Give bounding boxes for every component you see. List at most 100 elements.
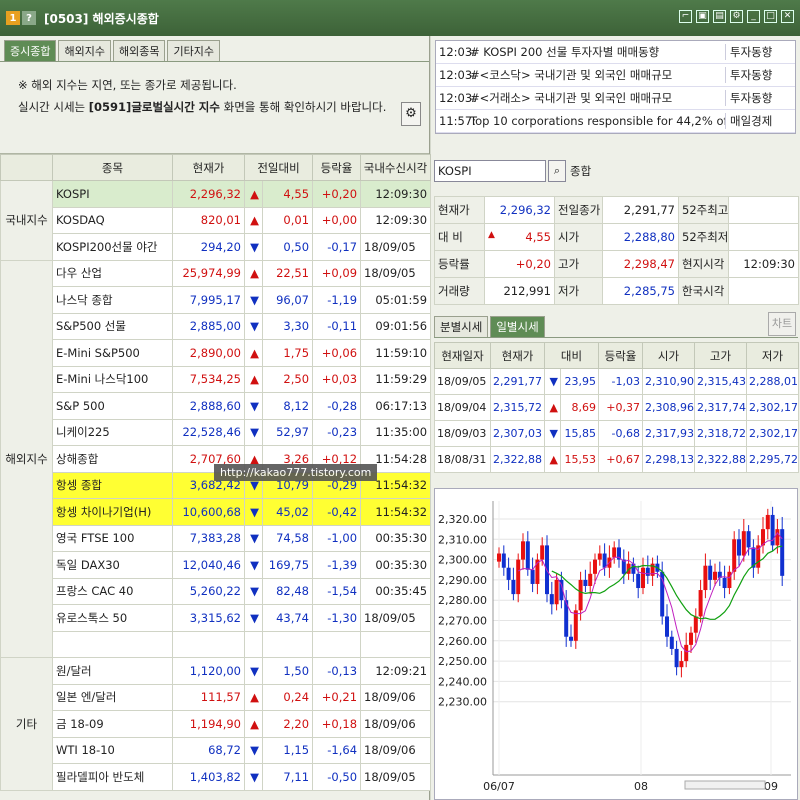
- table-row[interactable]: KOSDAQ 820,01 ▲ 0,01 +0,00 12:09:30: [1, 206, 432, 234]
- item-name[interactable]: WTI 18-10: [52, 736, 173, 764]
- table-row[interactable]: 금 18-09 1,194,90 ▲ 2,20 +0,18 18/09/06: [1, 710, 432, 738]
- tab-market-summary[interactable]: 증시종합: [4, 40, 57, 61]
- col-name[interactable]: 종목: [52, 154, 173, 181]
- tab-overseas-stocks[interactable]: 해외종목: [112, 40, 166, 61]
- news-headline[interactable]: # KOSPI 200 선물 투자자별 매매동향: [470, 44, 725, 60]
- table-row[interactable]: WTI 18-10 68,72 ▼ 1,15 -1,64 18/09/06: [1, 736, 432, 764]
- item-change: 96,07: [261, 286, 314, 314]
- news-item[interactable]: 12:03: #<코스닥> 국내기관 및 외국인 매매규모 투자동향: [436, 64, 795, 87]
- table-row[interactable]: 일본 엔/달러 111,57 ▲ 0,24 +0,21 18/09/06: [1, 683, 432, 711]
- daily-row[interactable]: 18/09/05 2,291,77 ▼ 23,95 -1,03 2,310,90 2,315…: [434, 368, 800, 395]
- table-row[interactable]: [1, 630, 432, 658]
- col-change[interactable]: 전일대비: [243, 154, 314, 181]
- item-name[interactable]: 필라델피아 반도체: [52, 763, 173, 791]
- item-name[interactable]: KOSPI200선물 야간: [52, 233, 173, 261]
- minimize-icon[interactable]: _: [747, 10, 760, 23]
- item-name[interactable]: S&P500 선물: [52, 312, 173, 340]
- maximize-icon[interactable]: □: [764, 10, 777, 23]
- daily-row[interactable]: 18/08/31 2,322,88 ▲ 15,53 +0,67 2,298,13 2,322…: [434, 446, 800, 473]
- table-row[interactable]: 나스닥 종합 7,995,17 ▼ 96,07 -1,19 05:01:59: [1, 286, 432, 314]
- x-tick-label: 06/07: [483, 780, 515, 793]
- daily-change: 23,95: [559, 368, 600, 395]
- table-row[interactable]: 니케이225 22,528,46 ▼ 52,97 -0,23 11:35:00: [1, 418, 432, 446]
- candle-body: [506, 567, 511, 580]
- news-headline[interactable]: Top 10 corporations responsible for 44,2…: [470, 114, 725, 128]
- daily-rate: +0,67: [598, 446, 644, 473]
- realtime-screen-link[interactable]: [0591]글로벌실시간 지수: [89, 100, 220, 114]
- item-name[interactable]: 나스닥 종합: [52, 286, 173, 314]
- link-icon[interactable]: ⌐: [679, 10, 692, 23]
- table-row[interactable]: E-Mini S&P500 2,890,00 ▲ 1,75 +0,06 11:59:10: [1, 339, 432, 367]
- item-name[interactable]: S&P 500: [52, 392, 173, 420]
- table-row[interactable]: 영국 FTSE 100 7,383,28 ▼ 74,58 -1,00 00:35:30: [1, 524, 432, 552]
- col-price[interactable]: 현재가: [172, 154, 245, 181]
- category-cell: 해외지수: [0, 259, 53, 658]
- table-row[interactable]: 프랑스 CAC 40 5,260,22 ▼ 82,48 -1,54 00:35:45: [1, 577, 432, 605]
- item-name[interactable]: 항셍 종합: [52, 471, 173, 499]
- item-name[interactable]: 영국 FTSE 100: [52, 524, 173, 552]
- table-row[interactable]: 필라델피아 반도체 1,403,82 ▼ 7,11 -0,50 18/09/05: [1, 763, 432, 791]
- screen-number-badge[interactable]: 1: [6, 11, 20, 25]
- settings-icon[interactable]: ⚙: [730, 10, 743, 23]
- y-tick-label: 2,230.00: [438, 696, 487, 709]
- save-icon[interactable]: ▣: [696, 10, 709, 23]
- item-name[interactable]: E-Mini S&P500: [52, 339, 173, 367]
- table-row[interactable]: 해외지수 다우 산업 25,974,99 ▲ 22,51 +0,09 18/09/05: [0, 259, 432, 658]
- news-time: 12:03:: [439, 45, 477, 59]
- candle-body: [689, 632, 693, 645]
- item-name[interactable]: 프랑스 CAC 40: [52, 577, 173, 605]
- item-name[interactable]: E-Mini 나스닥100: [52, 365, 173, 393]
- news-headline[interactable]: #<코스닥> 국내기관 및 외국인 매매규모: [470, 67, 725, 83]
- item-name[interactable]: KOSPI: [52, 180, 173, 208]
- symbol-input[interactable]: KOSPI: [434, 160, 546, 182]
- item-name[interactable]: 유로스톡스 50: [52, 604, 173, 632]
- gear-icon[interactable]: ⚙: [401, 102, 421, 126]
- news-time: 11:57:: [439, 114, 477, 128]
- help-icon[interactable]: ?: [22, 11, 36, 25]
- daily-low: 2,295,72: [746, 446, 800, 473]
- item-name[interactable]: 상해종합: [52, 445, 173, 473]
- news-headline[interactable]: #<거래소> 국내기관 및 외국인 매매규모: [470, 90, 725, 106]
- candle-body: [746, 531, 751, 548]
- chart-button[interactable]: 차트: [768, 312, 796, 336]
- table-row[interactable]: KOSPI200선물 야간 294,20 ▼ 0,50 -0,17 18/09/05: [1, 233, 432, 261]
- item-change: 52,97: [261, 418, 314, 446]
- table-row[interactable]: 독일 DAX30 12,040,46 ▼ 169,75 -1,39 00:35:30: [1, 551, 432, 579]
- table-row[interactable]: S&P500 선물 2,885,00 ▼ 3,30 -0,11 09:01:56: [1, 312, 432, 340]
- candlestick-chart[interactable]: 2,320.00 2,310.00 2,300.00 2,290.00 2,280.00…: [434, 488, 798, 800]
- item-name[interactable]: 일본 엔/달러: [52, 683, 173, 711]
- table-row[interactable]: E-Mini 나스닥100 7,534,25 ▲ 2,50 +0,03 11:59:29: [1, 365, 432, 393]
- item-name[interactable]: 원/달러: [52, 657, 173, 685]
- table-row[interactable]: S&P 500 2,888,60 ▼ 8,12 -0,28 06:17:13: [1, 392, 432, 420]
- item-name[interactable]: 니케이225: [52, 418, 173, 446]
- tab-minute-quotes[interactable]: 분별시세: [434, 316, 489, 337]
- daily-row[interactable]: 18/09/04 2,315,72 ▲ 8,69 +0,37 2,308,96 2,317,…: [434, 394, 800, 421]
- news-item[interactable]: 12:03: # KOSPI 200 선물 투자자별 매매동향 투자동향: [436, 41, 795, 64]
- col-rate[interactable]: 등락율: [312, 154, 362, 181]
- chart-scrollbar[interactable]: [684, 780, 766, 790]
- col-time[interactable]: 국내수신시각: [360, 154, 432, 181]
- tab-daily-quotes[interactable]: 일별시세: [490, 316, 545, 337]
- item-name[interactable]: [52, 630, 173, 658]
- table-row[interactable]: 항셍 차이나기업(H) 10,600,68 ▼ 45,02 -0,42 11:54:32: [1, 498, 432, 526]
- table-row[interactable]: 기타 원/달러 1,120,00 ▼ 1,50 -0,13 12:09:21: [0, 657, 432, 791]
- item-name[interactable]: 금 18-09: [52, 710, 173, 738]
- tab-overseas-index[interactable]: 해외지수: [58, 40, 111, 61]
- table-row[interactable]: 유로스톡스 50 3,315,62 ▼ 43,74 -1,30 18/09/05: [1, 604, 432, 632]
- item-name[interactable]: 독일 DAX30: [52, 551, 173, 579]
- search-icon[interactable]: ⌕: [548, 160, 566, 182]
- quote-value: 12:09:30: [728, 250, 799, 278]
- news-item[interactable]: 11:57: Top 10 corporations responsible fo…: [436, 110, 795, 133]
- item-change: 0,01: [261, 206, 314, 234]
- daily-row[interactable]: 18/09/03 2,307,03 ▼ 15,85 -0,68 2,317,93 2,318…: [434, 420, 800, 447]
- news-item[interactable]: 12:03: #<거래소> 국내기관 및 외국인 매매규모 투자동향: [436, 87, 795, 110]
- down-arrow-icon: ▼: [244, 418, 263, 446]
- item-name[interactable]: 항셍 차이나기업(H): [52, 498, 173, 526]
- candle-body: [549, 594, 554, 605]
- tab-other-index[interactable]: 기타지수: [167, 40, 220, 61]
- print-icon[interactable]: ▤: [713, 10, 726, 23]
- item-name[interactable]: 다우 산업: [52, 259, 173, 287]
- close-icon[interactable]: ✕: [781, 10, 794, 23]
- item-name[interactable]: KOSDAQ: [52, 206, 173, 234]
- table-row[interactable]: 국내지수 KOSPI 2,296,32 ▲ 4,55 +0,20 12:09:30: [0, 180, 432, 261]
